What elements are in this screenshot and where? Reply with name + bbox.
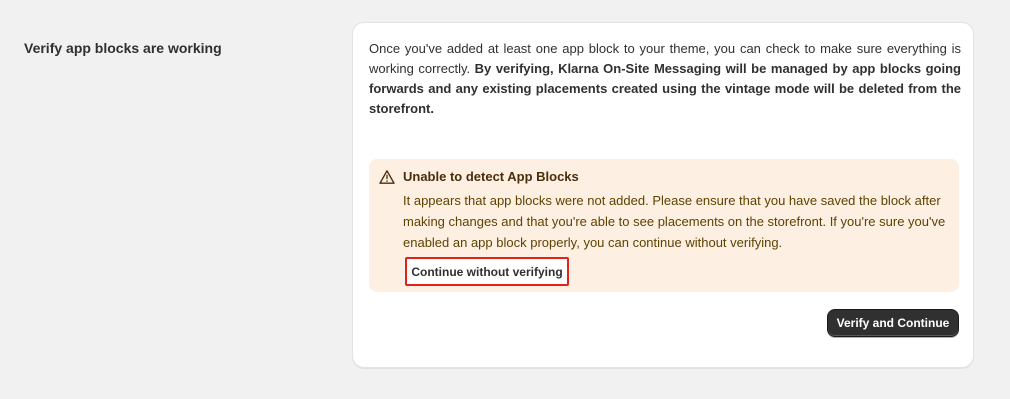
warning-banner: Unable to detect App Blocks It appears t… bbox=[369, 159, 959, 292]
verify-card: Once you've added at least one app block… bbox=[352, 22, 974, 368]
verify-and-continue-button[interactable]: Verify and Continue bbox=[827, 309, 959, 337]
warning-triangle-icon bbox=[379, 169, 395, 185]
section-title: Verify app blocks are working bbox=[24, 40, 222, 56]
intro-paragraph: Once you've added at least one app block… bbox=[369, 39, 961, 119]
banner-body: It appears that app blocks were not adde… bbox=[403, 193, 946, 250]
banner-title: Unable to detect App Blocks bbox=[403, 169, 579, 184]
page: Verify app blocks are working Once you'v… bbox=[0, 0, 1010, 399]
continue-without-verifying-button[interactable]: Continue without verifying bbox=[405, 257, 569, 286]
